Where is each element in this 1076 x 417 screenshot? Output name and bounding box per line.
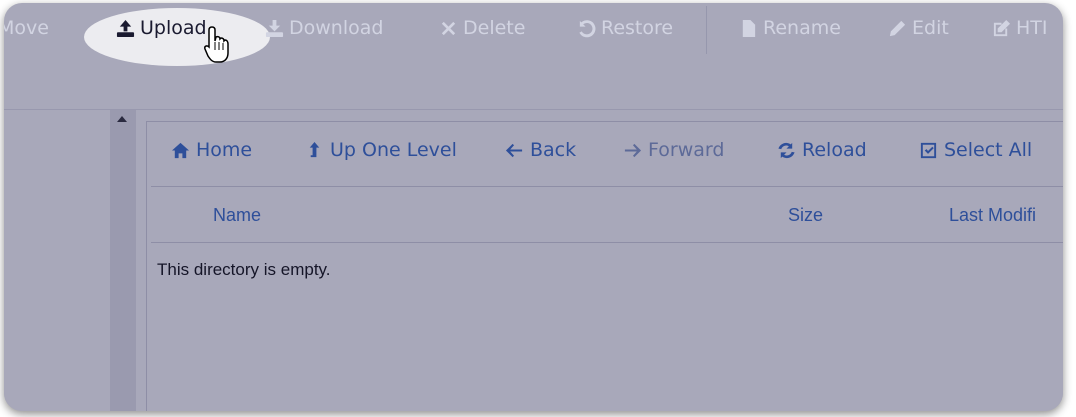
edit-square-icon [993,19,1011,36]
delete-label: Delete [463,17,526,39]
move-button[interactable]: Move [4,13,49,43]
folder-tree-pane [4,110,110,411]
edit-button[interactable]: Edit [888,13,949,43]
up-level-icon [309,141,320,157]
move-label: Move [4,17,49,39]
rename-label: Rename [763,17,841,39]
column-name-header[interactable]: Name [213,205,261,226]
select-all-button[interactable]: Select All [919,136,1032,164]
up-one-level-button[interactable]: Up One Level [305,136,457,164]
pencil-icon [889,20,906,36]
upload-icon [116,19,135,37]
home-button[interactable]: Home [171,136,252,164]
delete-icon [441,21,456,35]
checkbox-icon [920,142,937,158]
reload-button[interactable]: Reload [777,136,867,164]
scroll-up-arrow-icon[interactable] [117,116,127,122]
back-button[interactable]: Back [505,136,576,164]
forward-button[interactable]: Forward [623,136,724,164]
empty-directory-message: This directory is empty. [157,260,331,279]
back-label: Back [530,139,577,161]
file-list-panel: Home Up One Level Back Forward Reload Se… [146,121,1063,411]
restore-label: Restore [601,17,674,39]
reload-label: Reload [802,139,867,161]
navigation-bar: Home Up One Level Back Forward Reload Se… [147,122,1063,180]
download-icon [265,19,284,37]
file-table-header: Name Size Last Modifi [151,186,1063,243]
column-last-modified-header[interactable]: Last Modifi [949,205,1036,226]
home-icon [171,142,190,158]
edit-label: Edit [912,17,949,39]
toolbar-divider [4,109,1063,110]
restore-icon [579,19,596,37]
delete-button[interactable]: Delete [439,13,525,43]
download-button[interactable]: Download [265,13,383,43]
file-manager-window: Move Upload Download Delete Restore Rena… [4,3,1063,411]
arrow-right-icon [624,143,642,157]
home-label: Home [196,139,253,161]
arrow-left-icon [505,143,523,157]
upload-label: Upload [140,17,207,39]
restore-button[interactable]: Restore [577,13,673,43]
scrollbar[interactable] [110,110,136,411]
html-editor-label: HTI [1016,17,1048,39]
toolbar-separator [706,6,707,54]
select-all-label: Select All [944,139,1033,161]
rename-button[interactable]: Rename [739,13,841,43]
reload-icon [778,142,795,158]
toolbar: Move Upload Download Delete Restore Rena… [4,3,1063,66]
up-one-level-label: Up One Level [330,139,457,161]
download-label: Download [289,17,384,39]
forward-label: Forward [648,139,725,161]
file-icon [742,19,756,37]
upload-button[interactable]: Upload [116,13,207,43]
hand-cursor-icon [204,26,229,63]
html-editor-button[interactable]: HTI [992,13,1048,43]
column-size-header[interactable]: Size [788,205,823,226]
